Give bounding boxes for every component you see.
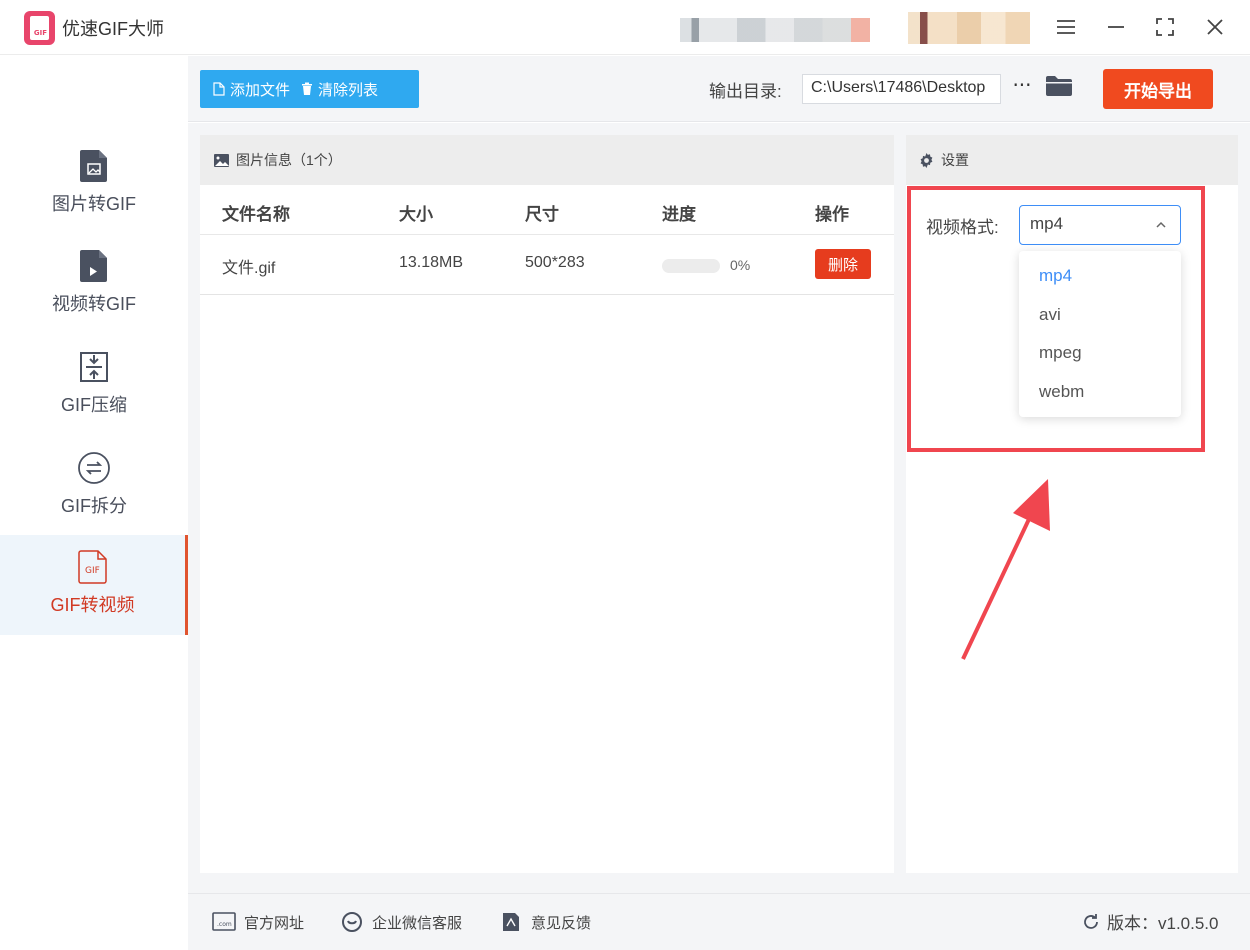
annotation-arrow	[961, 479, 1050, 660]
file-size: 13.18MB	[399, 254, 464, 271]
clear-list-button[interactable]: 清除列表	[290, 70, 378, 108]
column-header-name: 文件名称	[222, 205, 290, 224]
file-button-group: 添加文件 清除列表	[200, 70, 419, 108]
title-bar: GIF 优速GIF大师	[0, 0, 1250, 55]
compress-icon	[77, 349, 111, 385]
video-file-icon	[77, 248, 111, 284]
gear-icon	[920, 152, 933, 168]
chat-support-icon	[342, 912, 362, 932]
progress-bar	[662, 259, 720, 273]
start-export-button[interactable]: 开始导出	[1103, 69, 1213, 109]
toolbar: 添加文件 清除列表 输出目录: C:\Users\17486\Desktop ·…	[188, 56, 1250, 122]
add-file-button[interactable]: 添加文件	[200, 70, 290, 108]
file-panel-title: 图片信息（1个）	[236, 152, 342, 168]
column-header-size: 大小	[399, 205, 433, 224]
sidebar-item-gif-to-video[interactable]: GIF GIF转视频	[0, 535, 188, 635]
version-label: 版本：v1.0.5.0	[1107, 914, 1219, 933]
sidebar-item-label: 图片转GIF	[52, 194, 136, 214]
add-file-label: 添加文件	[230, 81, 291, 99]
sidebar-item-gif-split[interactable]: GIF拆分	[0, 436, 188, 536]
image-icon	[214, 153, 229, 167]
file-info-panel: 图片信息（1个） 文件名称 大小 尺寸 进度 操作 文件.gif 13.18MB…	[200, 135, 894, 873]
settings-title: 设置	[941, 152, 969, 168]
image-file-icon	[77, 148, 111, 184]
column-header-progress: 进度	[662, 205, 696, 224]
feedback-icon	[503, 913, 519, 931]
settings-header: 设置	[906, 135, 1238, 185]
maximize-icon	[1156, 18, 1174, 36]
app-logo-icon: GIF	[24, 11, 55, 45]
output-dir-label: 输出目录:	[709, 82, 782, 101]
sidebar-item-gif-compress[interactable]: GIF压缩	[0, 335, 188, 435]
table-header: 文件名称 大小 尺寸 进度 操作	[200, 185, 894, 235]
hamburger-menu-icon	[1057, 20, 1075, 34]
official-website-link[interactable]: .com 官方网址	[212, 911, 304, 933]
folder-icon	[1046, 76, 1072, 96]
table-row[interactable]: 文件.gif 13.18MB 500*283 0% 删除	[200, 235, 894, 295]
refresh-icon	[1084, 913, 1098, 929]
column-header-dimensions: 尺寸	[525, 205, 559, 224]
menu-button[interactable]	[1048, 10, 1084, 44]
official-website-label: 官方网址	[244, 914, 305, 932]
blurred-account-info	[680, 18, 870, 42]
sidebar-item-label: 视频转GIF	[52, 294, 136, 314]
feedback-label: 意见反馈	[531, 914, 592, 932]
sidebar-item-video-to-gif[interactable]: 视频转GIF	[0, 234, 188, 334]
gif-file-icon: GIF	[76, 549, 110, 585]
svg-text:.com: .com	[217, 921, 232, 928]
file-name: 文件.gif	[222, 260, 276, 277]
file-panel-header: 图片信息（1个）	[200, 135, 894, 185]
file-dimensions: 500*283	[525, 254, 585, 271]
sidebar-item-image-to-gif[interactable]: 图片转GIF	[0, 134, 188, 234]
open-folder-button[interactable]	[1045, 74, 1075, 102]
sidebar-item-label: GIF拆分	[61, 496, 127, 516]
split-icon	[77, 450, 111, 486]
more-options-button[interactable]: ···	[1010, 75, 1034, 100]
sidebar-item-label: GIF转视频	[50, 595, 135, 615]
highlight-box	[907, 186, 1205, 452]
close-button[interactable]	[1197, 10, 1233, 44]
delete-button[interactable]: 删除	[815, 249, 871, 279]
svg-text:GIF: GIF	[85, 566, 100, 576]
sidebar: 图片转GIF 视频转GIF GIF压缩 GIF拆分 GIF GIF转视频	[0, 56, 188, 950]
blurred-user-avatar	[908, 12, 1030, 44]
clear-list-label: 清除列表	[318, 81, 379, 99]
wechat-support-link[interactable]: 企业微信客服	[340, 911, 462, 933]
progress-text: 0%	[730, 257, 751, 273]
website-icon: .com	[212, 912, 236, 931]
trash-icon	[302, 82, 313, 95]
column-header-actions: 操作	[815, 205, 849, 224]
maximize-button[interactable]	[1147, 10, 1183, 44]
close-icon	[1207, 19, 1223, 35]
minimize-button[interactable]	[1098, 10, 1134, 44]
footer: .com 官方网址 企业微信客服 意见反馈 版本：v1.0.5.0	[188, 893, 1250, 950]
app-title: 优速GIF大师	[62, 19, 164, 39]
wechat-support-label: 企业微信客服	[372, 914, 463, 932]
output-dir-field[interactable]: C:\Users\17486\Desktop	[802, 74, 1001, 104]
feedback-link[interactable]: 意见反馈	[499, 911, 591, 933]
sidebar-item-label: GIF压缩	[61, 395, 127, 415]
file-icon	[213, 82, 225, 96]
version-info[interactable]: 版本：v1.0.5.0	[1081, 909, 1219, 934]
minimize-icon	[1108, 26, 1124, 28]
